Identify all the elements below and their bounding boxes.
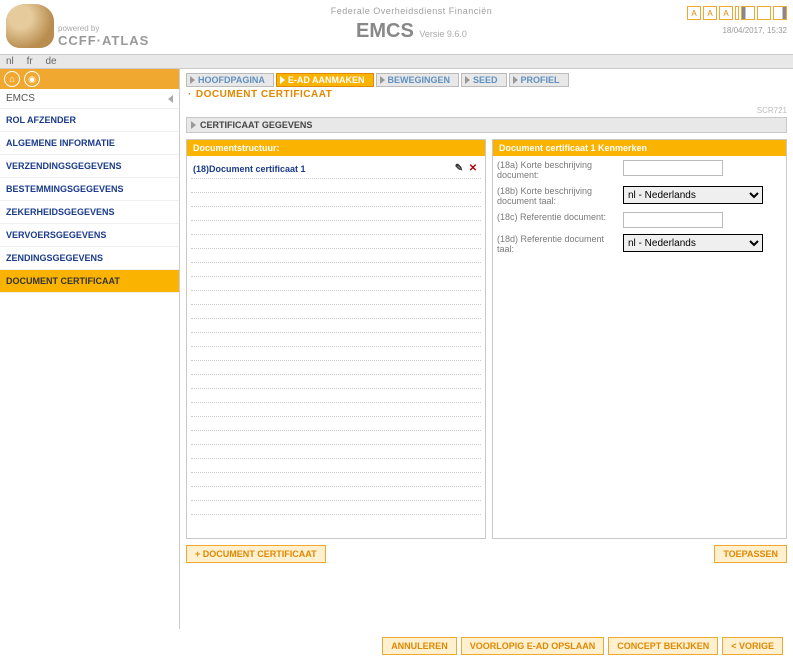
label-18c: (18c) Referentie document:: [497, 212, 617, 222]
sidebar-item-vervoersgegevens[interactable]: VERVOERSGEGEVENS: [0, 224, 179, 247]
chevron-right-icon: [191, 121, 196, 129]
add-document-certificaat-button[interactable]: + DOCUMENT CERTIFICAAT: [186, 545, 326, 563]
cancel-button[interactable]: ANNULEREN: [382, 637, 457, 655]
util-divider: [735, 6, 739, 20]
logo-block: powered by CCFF·ATLAS: [6, 4, 186, 48]
document-properties-panel: Document certificaat 1 Kenmerken (18a) K…: [492, 139, 787, 539]
tab-e-ad-aanmaken[interactable]: E-AD AANMAKEN: [276, 73, 374, 87]
screen-id: SCR721: [186, 106, 787, 115]
input-18c[interactable]: [623, 212, 723, 228]
sidebar: ⌂ ◉ EMCS ROL AFZENDER ALGEMENE INFORMATI…: [0, 69, 180, 629]
document-structure-panel: Documentstructuur: (18)Document certific…: [186, 139, 486, 539]
document-properties-header: Document certificaat 1 Kenmerken: [493, 140, 786, 156]
font-size-small-button[interactable]: A: [687, 6, 701, 20]
top-header: powered by CCFF·ATLAS Federale Overheids…: [0, 0, 793, 54]
tab-hoofdpagina[interactable]: HOOFDPAGINA: [186, 73, 274, 87]
sidebar-item-algemene-informatie[interactable]: ALGEMENE INFORMATIE: [0, 132, 179, 155]
home-icon[interactable]: ⌂: [4, 71, 20, 87]
label-18d: (18d) Referentie document taal:: [497, 234, 617, 254]
panels: Documentstructuur: (18)Document certific…: [186, 139, 787, 539]
tabs: HOOFDPAGINA E-AD AANMAKEN BEWEGINGEN SEE…: [186, 73, 787, 87]
document-structure-body: (18)Document certificaat 1 ✎ ✕: [187, 156, 485, 538]
document-properties-body: (18a) Korte beschrijving document: (18b)…: [493, 156, 786, 538]
chevron-right-icon: [513, 76, 518, 84]
tab-bewegingen[interactable]: BEWEGINGEN: [376, 73, 460, 87]
layout-2-button[interactable]: [757, 6, 771, 20]
chevron-right-icon: [280, 76, 285, 84]
section-header: CERTIFICAAT GEGEVENS: [186, 117, 787, 133]
field-18d: (18d) Referentie document taal: nl - Ned…: [497, 234, 782, 254]
agency-name: Federale Overheidsdienst Financiën: [186, 6, 637, 16]
document-structure-header: Documentstructuur:: [187, 140, 485, 156]
layout-1-button[interactable]: [741, 6, 755, 20]
save-draft-button[interactable]: VOORLOPIG E-AD OPSLAAN: [461, 637, 605, 655]
main-layout: ⌂ ◉ EMCS ROL AFZENDER ALGEMENE INFORMATI…: [0, 69, 793, 629]
font-size-large-button[interactable]: A: [719, 6, 733, 20]
chevron-right-icon: [465, 76, 470, 84]
select-18b[interactable]: nl - Nederlands: [623, 186, 763, 204]
doc-cert-1-label: (18)Document certificaat 1: [193, 164, 306, 174]
brand: CCFF·ATLAS: [58, 34, 149, 48]
sidebar-item-zendingsgegevens[interactable]: ZENDINGSGEGEVENS: [0, 247, 179, 270]
field-18c: (18c) Referentie document:: [497, 212, 782, 228]
sidebar-app-name: EMCS: [0, 89, 179, 109]
content: HOOFDPAGINA E-AD AANMAKEN BEWEGINGEN SEE…: [180, 69, 793, 629]
doc-cert-1-row[interactable]: (18)Document certificaat 1 ✎ ✕: [191, 160, 481, 179]
select-18d[interactable]: nl - Nederlands: [623, 234, 763, 252]
preview-button[interactable]: CONCEPT BEKIJKEN: [608, 637, 718, 655]
lang-nl[interactable]: nl: [6, 56, 14, 67]
logo-text: powered by CCFF·ATLAS: [58, 25, 149, 48]
lang-fr[interactable]: fr: [27, 56, 33, 67]
input-18a[interactable]: [623, 160, 723, 176]
panel-buttons: + DOCUMENT CERTIFICAAT TOEPASSEN: [186, 545, 787, 563]
app-title: EMCS Versie 9.6.0: [186, 20, 637, 43]
footer-buttons: ANNULEREN VOORLOPIG E-AD OPSLAAN CONCEPT…: [0, 629, 793, 663]
chevron-right-icon: [380, 76, 385, 84]
logo-image: [6, 4, 54, 48]
tab-seed[interactable]: SEED: [461, 73, 507, 87]
breadcrumb: ·DOCUMENT CERTIFICAAT: [188, 89, 787, 100]
section-title: CERTIFICAAT GEGEVENS: [200, 120, 312, 130]
sidebar-item-zekerheidsgegevens[interactable]: ZEKERHEIDSGEGEVENS: [0, 201, 179, 224]
layout-3-button[interactable]: [773, 6, 787, 20]
header-right: A A A 18/04/2017, 15:32: [637, 4, 787, 35]
language-bar: nl fr de: [0, 54, 793, 69]
field-18a: (18a) Korte beschrijving document:: [497, 160, 782, 180]
sidebar-item-verzendingsgegevens[interactable]: VERZENDINGSGEGEVENS: [0, 155, 179, 178]
chevron-right-icon: [190, 76, 195, 84]
sidebar-item-bestemmingsgegevens[interactable]: BESTEMMINGSGEGEVENS: [0, 178, 179, 201]
field-18b: (18b) Korte beschrijving document taal: …: [497, 186, 782, 206]
timestamp: 18/04/2017, 15:32: [637, 26, 787, 35]
font-size-medium-button[interactable]: A: [703, 6, 717, 20]
sidebar-item-rol-afzender[interactable]: ROL AFZENDER: [0, 109, 179, 132]
label-18b: (18b) Korte beschrijving document taal:: [497, 186, 617, 206]
util-row: A A A: [637, 6, 787, 20]
collapse-sidebar-icon[interactable]: [168, 95, 173, 103]
sidebar-icon-row: ⌂ ◉: [0, 69, 179, 89]
label-18a: (18a) Korte beschrijving document:: [497, 160, 617, 180]
sidebar-item-document-certificaat[interactable]: DOCUMENT CERTIFICAAT: [0, 270, 179, 293]
tab-profiel[interactable]: PROFIEL: [509, 73, 569, 87]
lang-de[interactable]: de: [45, 56, 56, 67]
header-center: Federale Overheidsdienst Financiën EMCS …: [186, 4, 637, 43]
app-version: Versie 9.6.0: [419, 29, 467, 39]
globe-icon[interactable]: ◉: [24, 71, 40, 87]
edit-icon[interactable]: ✎: [453, 163, 465, 175]
apply-button[interactable]: TOEPASSEN: [714, 545, 787, 563]
previous-button[interactable]: < VORIGE: [722, 637, 783, 655]
delete-icon[interactable]: ✕: [467, 163, 479, 175]
